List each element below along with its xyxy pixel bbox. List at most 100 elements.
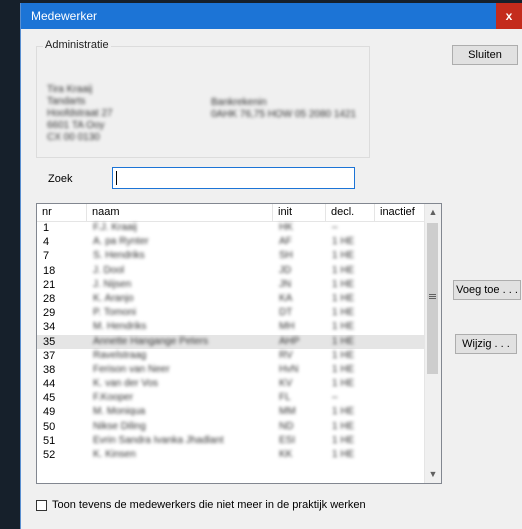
zoek-label: Zoek [48,173,73,185]
cell-decl: 1 HE [332,363,355,375]
cell-nr: 38 [43,363,56,376]
cell-decl: 1 HE [332,278,355,290]
cell-decl: 1 HE [332,449,355,460]
address-line: CX 00 0130 [47,132,100,143]
cell-naam: S. Hendriks [93,250,145,262]
medewerker-list[interactable]: nr naam init decl. inactief 1 F.J. Kraaij… [36,203,442,484]
scroll-thumb[interactable] [427,223,438,374]
cell-naam: K. Aranjo [93,292,134,304]
table-row[interactable]: 34 M. Hendriks MH 1 HE [37,320,425,334]
table-row[interactable]: 1 F.J. Kraaij HK – [37,221,425,235]
table-row[interactable]: 4 A. pa Rynter AF 1 HE [37,235,425,249]
medewerker-window: Medewerker x Administratie Tira Kraaij T… [20,3,522,529]
table-row[interactable]: 28 K. Aranjo KA 1 HE [37,292,425,306]
address-line: Tandarts [47,96,86,107]
table-row[interactable]: 35 Annette Hangange Peters AHP 1 HE [37,334,425,349]
table-row[interactable]: 49 M. Moniqua MM 1 HE [37,405,425,419]
cell-decl: 1 HE [332,250,355,262]
cell-decl: 1 HE [332,434,355,446]
address-line: Hoofdstraat 27 [47,108,113,119]
cell-nr: 4 [43,236,50,249]
cell-init: RV [279,349,293,361]
show-inactive-label: Toon tevens de medewerkers die niet meer… [52,499,366,511]
column-header-nr[interactable]: nr [37,204,87,221]
table-row[interactable]: 45 F.Kooper FL – [37,391,425,405]
cell-init: AF [279,236,292,248]
voeg-toe-button[interactable]: Voeg toe . . . [453,280,521,300]
table-row[interactable]: 52 K. Kinsen KK 1 HE [37,448,425,462]
cell-decl: 1 HE [332,335,355,347]
cell-nr: 52 [43,449,56,461]
cell-decl: 1 HE [332,321,355,333]
table-row[interactable]: 7 S. Hendriks SH 1 HE [37,249,425,263]
cell-nr: 50 [43,420,56,433]
cell-init: KK [279,449,293,460]
cell-naam: K. Kinsen [93,449,136,460]
cell-naam: F.J. Kraaij [93,222,137,233]
scroll-up-icon[interactable]: ▲ [425,204,441,221]
cell-nr: 44 [43,378,56,391]
cell-nr: 29 [43,307,56,320]
cell-decl: 1 HE [332,264,355,276]
administratie-label: Administratie [43,39,111,51]
show-inactive-checkbox[interactable] [36,500,47,511]
vertical-scrollbar[interactable]: ▲ ▼ [424,204,441,483]
cell-init: JD [279,264,292,276]
search-input[interactable] [112,167,355,189]
cell-decl: 1 HE [332,236,355,248]
wijzig-button[interactable]: Wijzig . . . [455,334,517,354]
cell-init: FL [279,392,291,404]
cell-nr: 1 [43,222,50,234]
cell-init: KV [279,378,293,390]
column-header-inactief[interactable]: inactief [375,204,425,221]
table-row[interactable]: 38 Ferison van Neer HvN 1 HE [37,363,425,377]
cell-nr: 45 [43,392,56,405]
cell-nr: 7 [43,250,50,263]
title-bar[interactable]: Medewerker x [21,3,522,29]
administratie-group: Administratie Tira Kraaij Tandarts Hoofd… [36,39,370,158]
list-rows: 1 F.J. Kraaij HK – 4 A. pa Rynter AF 1 HE 7 S. He… [37,221,425,462]
cell-naam: M. Hendriks [93,321,147,333]
grip-icon [429,298,436,299]
address-line: Tira Kraaij [47,84,93,95]
table-row[interactable]: 21 J. Nijsen JN 1 HE [37,278,425,292]
cell-nr: 49 [43,406,56,419]
cell-naam: Ravelstraag [93,349,147,361]
close-button[interactable]: x [496,3,522,29]
cell-naam: A. pa Rynter [93,236,149,248]
bank-info: Bankrekenin 0AHK 76,75 HOW 05 2080 1421 [211,97,356,121]
column-header-naam[interactable]: naam [87,204,273,221]
table-row[interactable]: 37 Ravelstraag RV 1 HE [37,349,425,363]
sluiten-button[interactable]: Sluiten [452,45,518,65]
practice-address: Tira Kraaij Tandarts Hoofdstraat 27 6601… [47,84,113,144]
cell-naam: J. Nijsen [93,278,132,290]
cell-decl: 1 HE [332,292,355,304]
cell-naam: Nikse Diling [93,420,146,432]
table-row[interactable]: 29 P. Tomoni DT 1 HE [37,306,425,320]
cell-decl: 1 HE [332,349,355,361]
table-row[interactable]: 44 K. van der Vos KV 1 HE [37,377,425,391]
cell-naam: F.Kooper [93,392,134,404]
cell-nr: 21 [43,278,56,291]
window-title: Medewerker [31,9,98,23]
cell-init: MM [279,406,296,418]
cell-naam: Annette Hangange Peters [93,335,209,347]
scroll-down-icon[interactable]: ▼ [425,466,441,483]
column-header-init[interactable]: init [273,204,326,221]
table-row[interactable]: 18 J. Dool JD 1 HE [37,264,425,278]
column-header-decl[interactable]: decl. [326,204,375,221]
cell-decl: 1 HE [332,378,355,390]
close-icon: x [505,9,513,23]
cell-naam: P. Tomoni [93,307,136,319]
bank-account: 0AHK 76,75 HOW 05 2080 1421 [211,109,357,120]
cell-nr: 18 [43,264,56,277]
cell-init: MH [279,321,295,333]
table-row[interactable]: 50 Nikse Diling ND 1 HE [37,420,425,434]
cell-nr: 28 [43,292,56,305]
cell-nr: 34 [43,321,56,334]
table-row[interactable]: 51 Evrin Sandra Ivanka Jhadlant ESI 1 HE [37,434,425,448]
cell-init: HvN [279,363,299,375]
cell-naam: Evrin Sandra Ivanka Jhadlant [93,434,224,446]
cell-init: JN [279,278,292,290]
list-header: nr naam init decl. inactief [37,204,425,222]
